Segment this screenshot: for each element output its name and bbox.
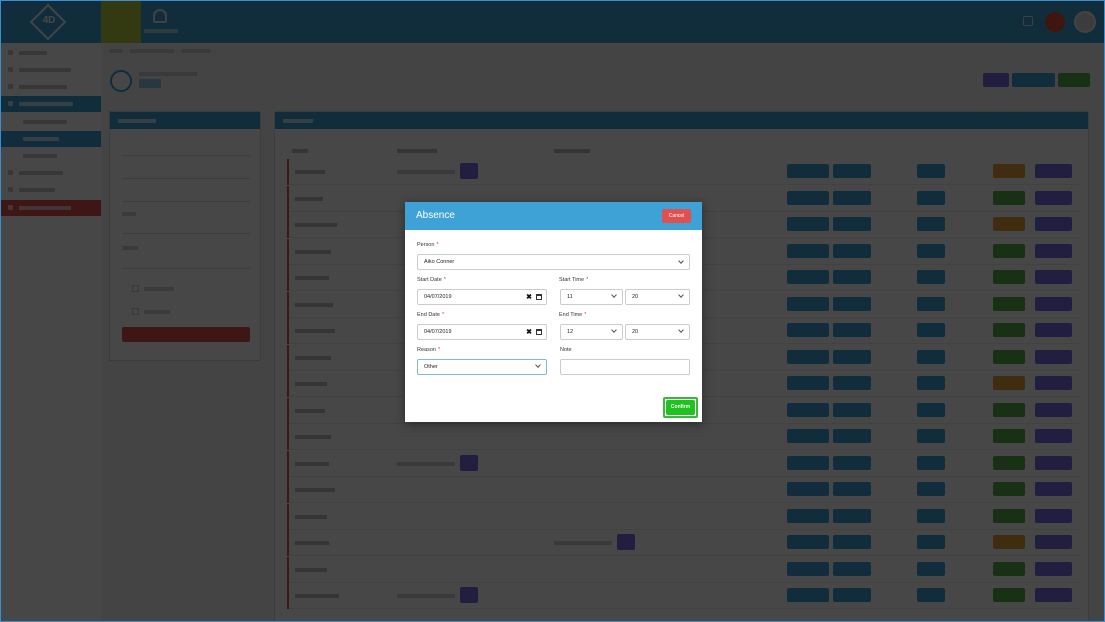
modal-header: Absence Cancel (405, 202, 702, 230)
end-date-input[interactable]: 04/07/2019 ✖ (417, 324, 547, 340)
clear-icon[interactable]: ✖ (526, 328, 532, 336)
required-marker: * (436, 242, 439, 248)
clear-icon[interactable]: ✖ (526, 293, 532, 301)
reason-label-text: Reason (417, 347, 436, 353)
calendar-icon[interactable] (536, 329, 542, 335)
start-hour-select[interactable]: 11 (560, 289, 623, 305)
chevron-down-icon (678, 258, 684, 264)
chevron-down-icon (611, 292, 617, 298)
end-time-label-text: End Time (559, 312, 583, 318)
calendar-icon[interactable] (536, 294, 542, 300)
start-time-label-text: Start Time (559, 277, 585, 283)
start-hour-value: 11 (567, 294, 573, 300)
end-hour-value: 12 (567, 329, 574, 335)
start-date-label-text: Start Date (417, 277, 442, 283)
required-marker: * (443, 277, 446, 283)
required-marker: * (437, 347, 441, 353)
person-label-text: Person (417, 242, 435, 248)
note-label-text: Note (560, 347, 572, 353)
start-date-label: Start Date * (417, 277, 446, 283)
person-value: Aiko Conner (424, 259, 455, 265)
end-time-label: End Time * (559, 312, 586, 318)
end-date-label: End Date * (417, 312, 444, 318)
end-date-label-text: End Date (417, 312, 440, 318)
cancel-button[interactable]: Cancel (662, 209, 691, 223)
absence-modal: Absence Cancel Person * Aiko Conner Start… (405, 202, 702, 422)
confirm-focus-ring: Confirm (663, 397, 698, 418)
start-minute-value: 20 (632, 294, 639, 300)
end-minute-value: 20 (632, 329, 639, 335)
reason-label: Reason * (417, 347, 440, 353)
modal-title: Absence (416, 210, 455, 221)
confirm-button[interactable]: Confirm (666, 400, 695, 415)
reason-select[interactable]: Other (417, 359, 547, 375)
required-marker: * (586, 277, 589, 283)
required-marker: * (441, 312, 445, 318)
chevron-down-icon (535, 362, 541, 368)
start-time-label: Start Time * (559, 277, 588, 283)
required-marker: * (584, 312, 587, 318)
end-hour-select[interactable]: 12 (560, 324, 623, 340)
chevron-down-icon (678, 327, 684, 333)
chevron-down-icon (611, 327, 617, 333)
person-select[interactable]: Aiko Conner (417, 254, 690, 270)
end-date-value: 04/07/2019 (424, 329, 452, 335)
reason-value: Other (424, 364, 438, 370)
chevron-down-icon (678, 292, 684, 298)
start-date-input[interactable]: 04/07/2019 ✖ (417, 289, 547, 305)
person-label: Person * (417, 242, 439, 248)
note-label: Note (560, 347, 572, 353)
app-window: 4D (0, 0, 1105, 622)
start-minute-select[interactable]: 20 (625, 289, 690, 305)
end-minute-select[interactable]: 20 (625, 324, 690, 340)
note-input[interactable] (560, 359, 690, 375)
start-date-value: 04/07/2019 (424, 294, 452, 300)
